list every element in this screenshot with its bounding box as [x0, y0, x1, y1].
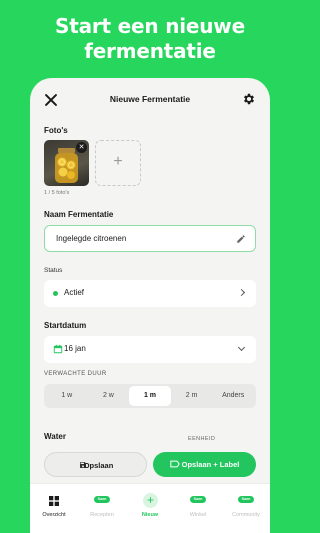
save-and-label-button[interactable]: Opslaan + Label: [153, 452, 256, 477]
photos-label: Foto's: [44, 126, 68, 135]
name-value: Ingelegde citroenen: [56, 234, 127, 243]
photo-count: 1 / 5 foto's: [44, 190, 70, 196]
promo-headline: Start een nieuwe fermentatie: [0, 14, 300, 64]
save-button-label: Opslaan: [83, 461, 114, 470]
soon-badge: Soon: [94, 496, 110, 503]
tab-nieuw[interactable]: + Nieuw: [126, 484, 174, 533]
soon-badge: Soon: [190, 496, 206, 503]
status-label: Status: [44, 267, 63, 274]
duration-option-2w[interactable]: 2 w: [88, 386, 130, 406]
status-value: Actief: [64, 288, 85, 297]
bottom-tab-bar: Overzicht Soon Recepten + Nieuw Soon Win…: [30, 483, 270, 533]
status-select[interactable]: Actief: [44, 280, 256, 307]
status-dot: [53, 291, 58, 296]
tab-label: Recepten: [90, 512, 114, 518]
save-button[interactable]: Opslaan: [44, 452, 147, 477]
start-date-picker[interactable]: 16 jan: [44, 336, 256, 363]
chevron-down-icon: [237, 343, 246, 352]
gear-icon[interactable]: [242, 92, 256, 106]
name-input[interactable]: Ingelegde citroenen: [44, 225, 256, 252]
tab-label: Overzicht: [42, 512, 66, 518]
tab-winkel[interactable]: Soon Winkel: [174, 484, 222, 533]
duration-label: VERWACHTE DUUR: [44, 371, 107, 377]
name-label: Naam Fermentatie: [44, 210, 114, 219]
duration-option-1w[interactable]: 1 w: [46, 386, 88, 406]
page-title: Nieuwe Fermentatie: [109, 94, 191, 104]
tab-label: Community: [232, 512, 260, 518]
water-label: Water: [44, 432, 66, 441]
start-date-value: 16 jan: [64, 344, 86, 353]
grid-icon: [49, 496, 59, 506]
calendar-icon: [53, 344, 63, 354]
chevron-right-icon: [237, 288, 246, 297]
remove-photo-icon[interactable]: ✕: [76, 142, 87, 153]
duration-option-1m[interactable]: 1 m: [129, 386, 171, 406]
top-bar: Nieuwe Fermentatie: [30, 78, 270, 124]
add-photo-button[interactable]: +: [95, 140, 141, 186]
tab-label: Nieuw: [141, 512, 159, 518]
tab-recepten[interactable]: Soon Recepten: [78, 484, 126, 533]
tab-overzicht[interactable]: Overzicht: [30, 484, 78, 533]
phone-screen: Nieuwe Fermentatie Foto's ✕ + 1 / 5 foto…: [30, 78, 270, 533]
duration-option-2m[interactable]: 2 m: [171, 386, 213, 406]
tab-label: Winkel: [189, 512, 207, 518]
soon-badge: Soon: [238, 496, 254, 503]
start-date-label: Startdatum: [44, 321, 87, 330]
unit-label: EENHEID: [188, 436, 216, 442]
plus-icon: +: [143, 493, 158, 508]
pencil-icon[interactable]: [236, 234, 246, 244]
duration-option-other[interactable]: Anders: [212, 386, 254, 406]
promo-line-1: Start een nieuwe: [55, 14, 245, 38]
save-and-label-text: Opslaan + Label: [181, 460, 240, 469]
tab-community[interactable]: Soon Community: [222, 484, 270, 533]
duration-segmented-control: 1 w 2 w 1 m 2 m Anders: [44, 384, 256, 408]
promo-line-2: fermentatie: [84, 39, 216, 63]
